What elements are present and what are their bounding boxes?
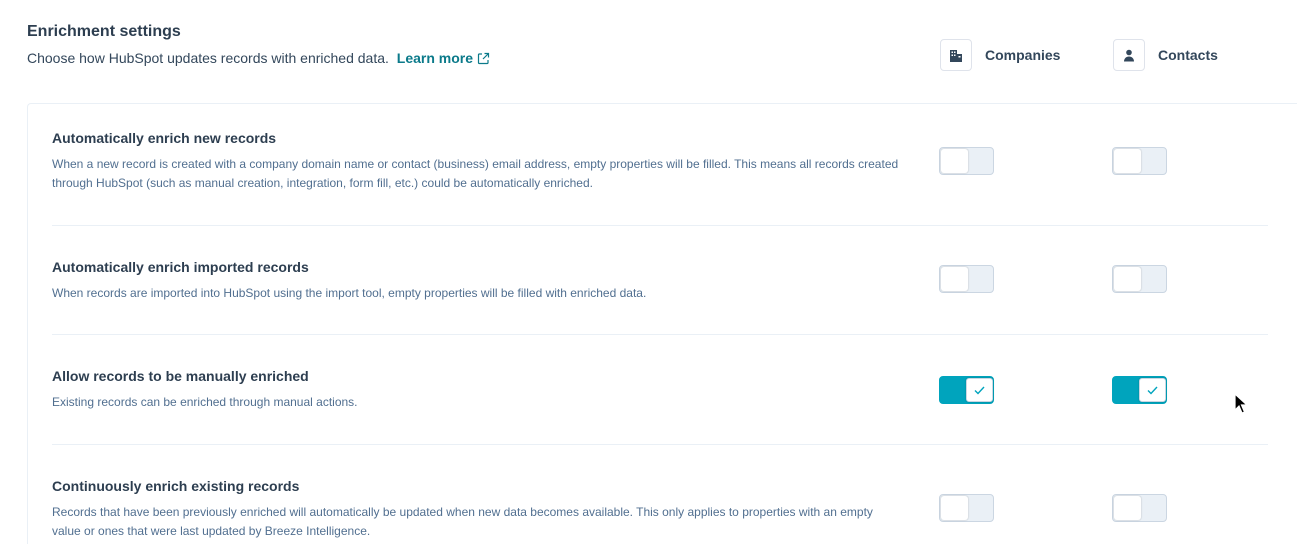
- row-divider: [52, 225, 1268, 226]
- enrich-imported-contacts-toggle[interactable]: [1112, 265, 1167, 293]
- toggle-knob: [1139, 378, 1166, 402]
- subtitle-text: Choose how HubSpot updates records with …: [27, 50, 389, 66]
- setting-row-enrich-new: Automatically enrich new records When a …: [52, 129, 1268, 193]
- companies-column-label: Companies: [985, 47, 1061, 63]
- setting-description: Existing records can be enriched through…: [52, 395, 358, 409]
- setting-title: Automatically enrich imported records: [52, 259, 309, 275]
- check-icon: [1147, 386, 1158, 395]
- setting-row-enrich-imported: Automatically enrich imported records Wh…: [52, 258, 1268, 303]
- contacts-column-header: Contacts: [1113, 39, 1218, 71]
- continuous-enrich-companies-toggle[interactable]: [939, 494, 994, 522]
- setting-description: Records that have been previously enrich…: [52, 505, 873, 538]
- mouse-pointer-icon: [1234, 392, 1249, 420]
- learn-more-label: Learn more: [396, 50, 474, 66]
- enrich-new-companies-toggle[interactable]: [939, 147, 994, 175]
- toggle-knob: [941, 267, 968, 291]
- toggle-knob: [941, 149, 968, 173]
- check-icon: [974, 386, 985, 395]
- page-subtitle: Choose how HubSpot updates records with …: [27, 49, 907, 69]
- companies-column-header: Companies: [940, 39, 1060, 71]
- setting-row-manual-enrich: Allow records to be manually enriched Ex…: [52, 367, 1268, 412]
- row-divider: [52, 444, 1268, 445]
- enrich-imported-companies-toggle[interactable]: [939, 265, 994, 293]
- toggle-knob: [941, 496, 968, 520]
- setting-description: When a new record is created with a comp…: [52, 157, 899, 190]
- setting-row-continuous-enrich: Continuously enrich existing records Rec…: [52, 477, 1268, 541]
- learn-more-link[interactable]: Learn more: [397, 50, 490, 66]
- contacts-column-label: Contacts: [1158, 47, 1218, 63]
- enrich-new-contacts-toggle[interactable]: [1112, 147, 1167, 175]
- toggle-knob: [1114, 267, 1141, 291]
- toggle-knob: [1114, 149, 1141, 173]
- settings-header: Enrichment settings Choose how HubSpot u…: [27, 22, 907, 69]
- building-icon: [940, 39, 972, 71]
- external-link-icon: [477, 51, 490, 69]
- row-divider: [52, 334, 1268, 335]
- toggle-knob: [966, 378, 993, 402]
- manual-enrich-companies-toggle[interactable]: [939, 376, 994, 404]
- setting-title: Automatically enrich new records: [52, 130, 277, 146]
- setting-title: Allow records to be manually enriched: [52, 368, 309, 384]
- manual-enrich-contacts-toggle[interactable]: [1112, 376, 1167, 404]
- page-title: Enrichment settings: [27, 23, 181, 40]
- continuous-enrich-contacts-toggle[interactable]: [1112, 494, 1167, 522]
- setting-title: Continuously enrich existing records: [52, 478, 300, 494]
- setting-description: When records are imported into HubSpot u…: [52, 286, 647, 300]
- toggle-knob: [1114, 496, 1141, 520]
- person-icon: [1113, 39, 1145, 71]
